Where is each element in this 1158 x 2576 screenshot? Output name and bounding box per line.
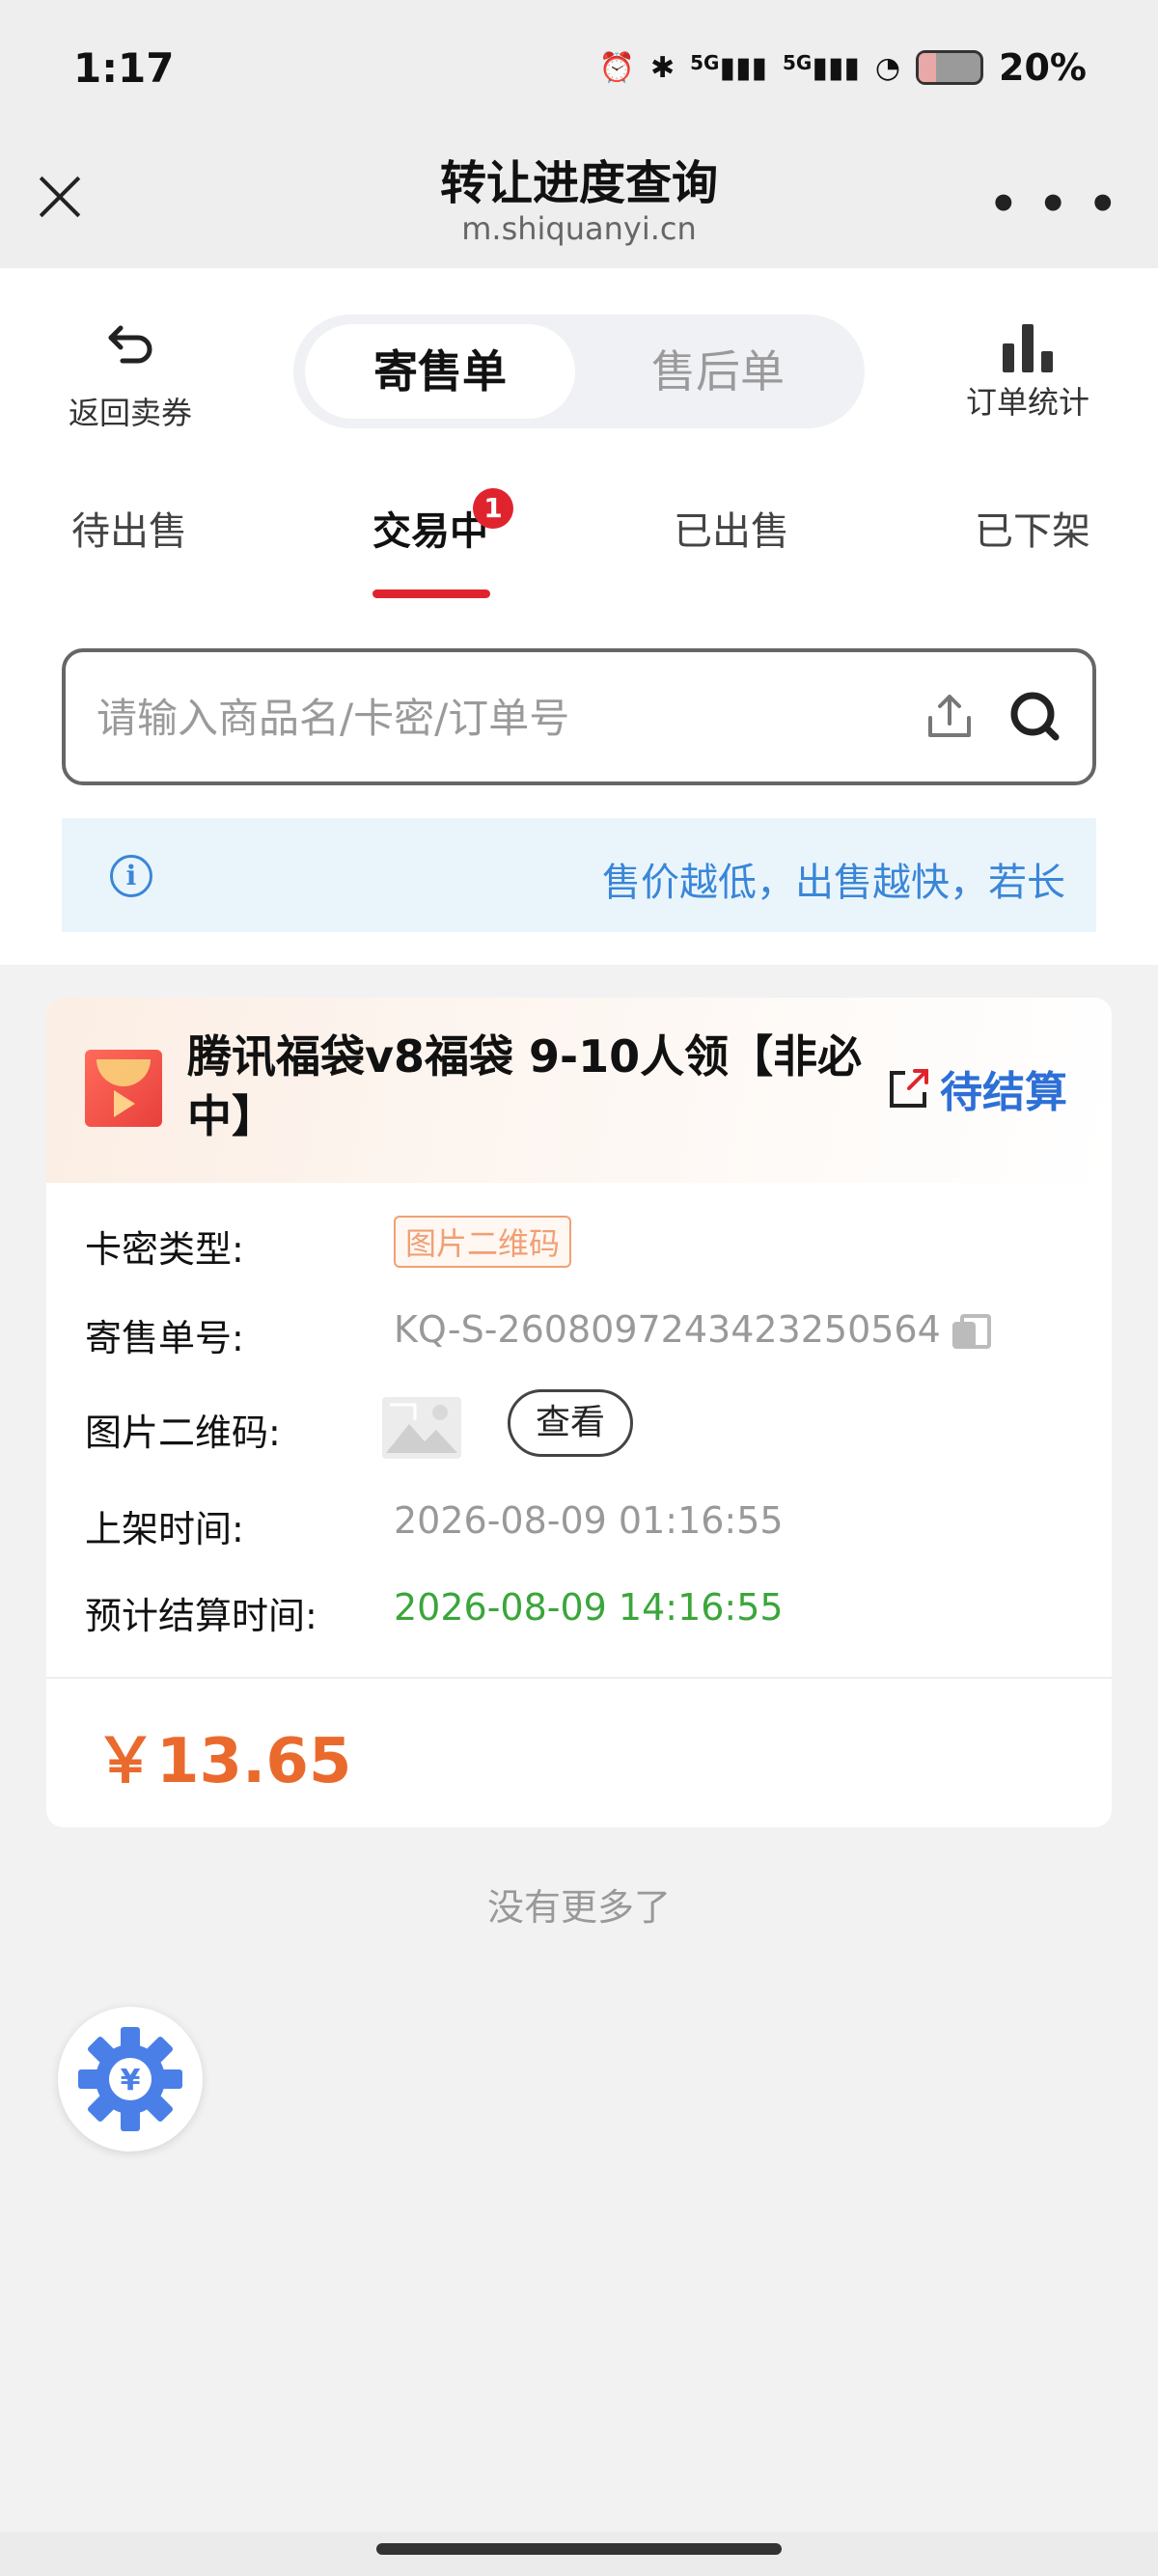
qr-image-label: 图片二维码: [85, 1411, 281, 1454]
product-thumbnail [85, 1050, 162, 1127]
tab-badge: 1 [473, 488, 513, 529]
segment-after-sales[interactable]: 售后单 [583, 324, 853, 419]
active-tab-indicator [372, 589, 490, 598]
product-title: 腾讯福袋v8福袋 9-10人领【非必中】 [187, 1030, 863, 1142]
nav-bar: 转让进度查询 m.shiquanyi.cn • • • [0, 135, 1158, 268]
search-box [62, 648, 1096, 785]
image-placeholder-icon[interactable] [380, 1395, 463, 1461]
order-number-value: KQ-S-2608097243423250564 [394, 1308, 941, 1351]
card-divider [46, 1677, 1112, 1679]
alarm-icon: ⏰ [598, 50, 635, 85]
notice-bar: i 售价越低，出售越快，若长时间未售出，建议适当降价 [62, 818, 1096, 932]
svg-text:¥: ¥ [121, 2064, 141, 2097]
card-type-tag: 图片二维码 [394, 1216, 572, 1268]
bluetooth-icon: ✱ [649, 50, 676, 85]
order-price: ￥13.65 [95, 1726, 352, 1797]
signal-icon: 5G▮▮▮ [690, 50, 767, 85]
status-time: 1:17 [73, 44, 175, 92]
order-header: 返回卖券 寄售单 售后单 订单统计 待出售 交易中 已出售 已下架 1 i 售价… [0, 268, 1158, 965]
floating-settings-button[interactable]: ¥ [58, 2007, 203, 2151]
status-tabs: 待出售 交易中 已出售 已下架 [0, 500, 1158, 616]
order-number-label: 寄售单号: [85, 1317, 244, 1359]
info-icon: i [110, 855, 152, 897]
segment-consignment[interactable]: 寄售单 [305, 324, 575, 419]
order-card-header: 腾讯福袋v8福袋 9-10人领【非必中】 待结算 [46, 998, 1112, 1183]
order-stats-label: 订单统计 [965, 384, 1089, 421]
notice-text: 售价越低，出售越快，若长时间未售出，建议适当降价 [602, 861, 1065, 905]
page-title: 转让进度查询 [439, 156, 718, 210]
listed-time-label: 上架时间: [85, 1508, 244, 1550]
back-arrow-icon [58, 318, 203, 383]
external-link-icon [886, 1065, 932, 1111]
status-bar: 1:17 ⏰ ✱ 5G▮▮▮ 5G▮▮▮ ◔ 20% [0, 0, 1158, 135]
signal-icon-2: 5G▮▮▮ [782, 50, 860, 85]
tab-pending-sale[interactable]: 待出售 [71, 500, 187, 556]
settle-time-label: 预计结算时间: [85, 1595, 317, 1637]
segment-control: 寄售单 售后单 [293, 315, 865, 428]
card-type-label: 卡密类型: [85, 1228, 244, 1271]
search-input[interactable] [96, 687, 888, 749]
more-icon[interactable]: • • • [989, 178, 1119, 232]
status-icons: ⏰ ✱ 5G▮▮▮ 5G▮▮▮ ◔ 20% [599, 46, 1087, 89]
copy-icon[interactable] [951, 1313, 991, 1351]
order-status: 待结算 [940, 1068, 1067, 1117]
battery-percent: 20% [999, 46, 1087, 89]
list-end-text: 没有更多了 [486, 1886, 671, 1929]
order-status-link[interactable]: 待结算 [886, 1057, 1067, 1119]
back-button[interactable]: 返回卖券 [58, 318, 203, 433]
tab-sold[interactable]: 已出售 [674, 500, 789, 556]
upload-icon[interactable] [923, 689, 977, 743]
listed-time-value: 2026-08-09 01:16:55 [394, 1499, 784, 1542]
order-stats-button[interactable]: 订单统计 [946, 318, 1110, 423]
home-indicator[interactable] [376, 2543, 782, 2555]
view-button[interactable]: 查看 [508, 1389, 633, 1457]
search-icon[interactable] [1007, 689, 1062, 743]
bar-chart-icon [946, 318, 1110, 372]
tab-trading[interactable]: 交易中 [372, 500, 488, 556]
wifi-icon: ◔ [874, 50, 901, 85]
page-url: m.shiquanyi.cn [461, 210, 697, 247]
tab-delisted[interactable]: 已下架 [975, 500, 1090, 556]
yuan-gear-icon: ¥ [78, 2027, 182, 2131]
settle-time-value: 2026-08-09 14:16:55 [394, 1586, 784, 1629]
back-label: 返回卖券 [68, 395, 192, 431]
order-card[interactable]: 腾讯福袋v8福袋 9-10人领【非必中】 待结算 卡密类型: 图片二维码 寄售单… [46, 998, 1112, 1827]
battery-icon [916, 50, 984, 85]
